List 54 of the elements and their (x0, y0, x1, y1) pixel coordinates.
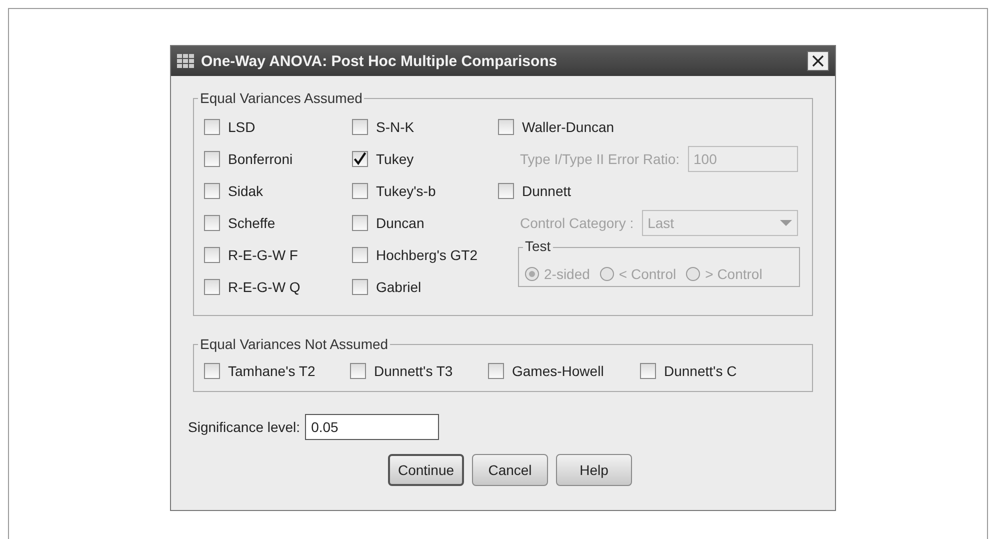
checkbox-label: Dunnett's C (664, 363, 737, 379)
radio-label: < Control (618, 266, 676, 282)
checkbox-label: Waller-Duncan (522, 119, 614, 135)
checkbox[interactable] (640, 363, 656, 379)
checkbox[interactable] (204, 119, 220, 135)
dialog-button[interactable]: Cancel (472, 454, 548, 486)
radio-label: > Control (705, 266, 762, 282)
grid-icon (177, 53, 195, 69)
checkbox-label: Hochberg's GT2 (376, 247, 478, 263)
checkbox-label: Duncan (376, 215, 424, 231)
checkbox-label: Dunnett's T3 (374, 363, 453, 379)
checkbox[interactable] (204, 363, 220, 379)
group-legend: Test (523, 238, 553, 254)
checkbox[interactable] (204, 183, 220, 199)
field-label: Control Category : (520, 215, 634, 231)
checkbox[interactable] (488, 363, 504, 379)
checkbox[interactable] (204, 247, 220, 263)
checkbox-label: Dunnett (522, 183, 572, 199)
checkbox[interactable] (352, 215, 368, 231)
checkbox[interactable] (352, 247, 368, 263)
checkbox[interactable] (352, 279, 368, 295)
checkbox[interactable] (498, 183, 514, 199)
checkbox-label: Scheffe (228, 215, 276, 231)
close-icon (812, 55, 824, 67)
field-label: Significance level: (188, 419, 300, 435)
radio-label: 2-sided (544, 266, 590, 282)
checkbox-label: Tukey's-b (376, 183, 436, 199)
checkbox[interactable] (352, 183, 368, 199)
checkbox-label: LSD (228, 119, 256, 135)
dialog-button[interactable]: Continue (388, 454, 464, 486)
checkbox[interactable] (204, 151, 220, 167)
caret-icon (780, 220, 792, 226)
close-button[interactable] (807, 51, 829, 71)
group-legend: Equal Variances Assumed (198, 90, 364, 106)
checkbox[interactable] (352, 119, 368, 135)
significance-field[interactable]: 0.05 (305, 414, 440, 440)
checkbox[interactable] (352, 151, 368, 167)
checkbox-label: Bonferroni (228, 151, 293, 167)
checkbox[interactable] (204, 279, 220, 295)
dialog-button[interactable]: Help (556, 454, 632, 486)
checkbox-label: Gabriel (376, 279, 422, 295)
window-title: One-Way ANOVA: Post Hoc Multiple Comparisons (201, 52, 558, 70)
group-legend: Equal Variances Not Assumed (198, 336, 390, 352)
checkbox[interactable] (350, 363, 366, 379)
checkbox[interactable] (498, 119, 514, 135)
checkbox-label: Sidak (228, 183, 264, 199)
field-label: Type I/Type II Error Ratio: (520, 151, 680, 167)
checkbox-label: Tamhane's T2 (228, 363, 316, 379)
checkbox-label: Tukey (376, 151, 414, 167)
checkbox[interactable] (204, 215, 220, 231)
checkbox-label: R-E-G-W Q (228, 279, 300, 295)
checkbox-label: R-E-G-W F (228, 247, 298, 263)
checkbox-label: Games-Howell (512, 363, 604, 379)
checkbox-label: S-N-K (376, 119, 414, 135)
